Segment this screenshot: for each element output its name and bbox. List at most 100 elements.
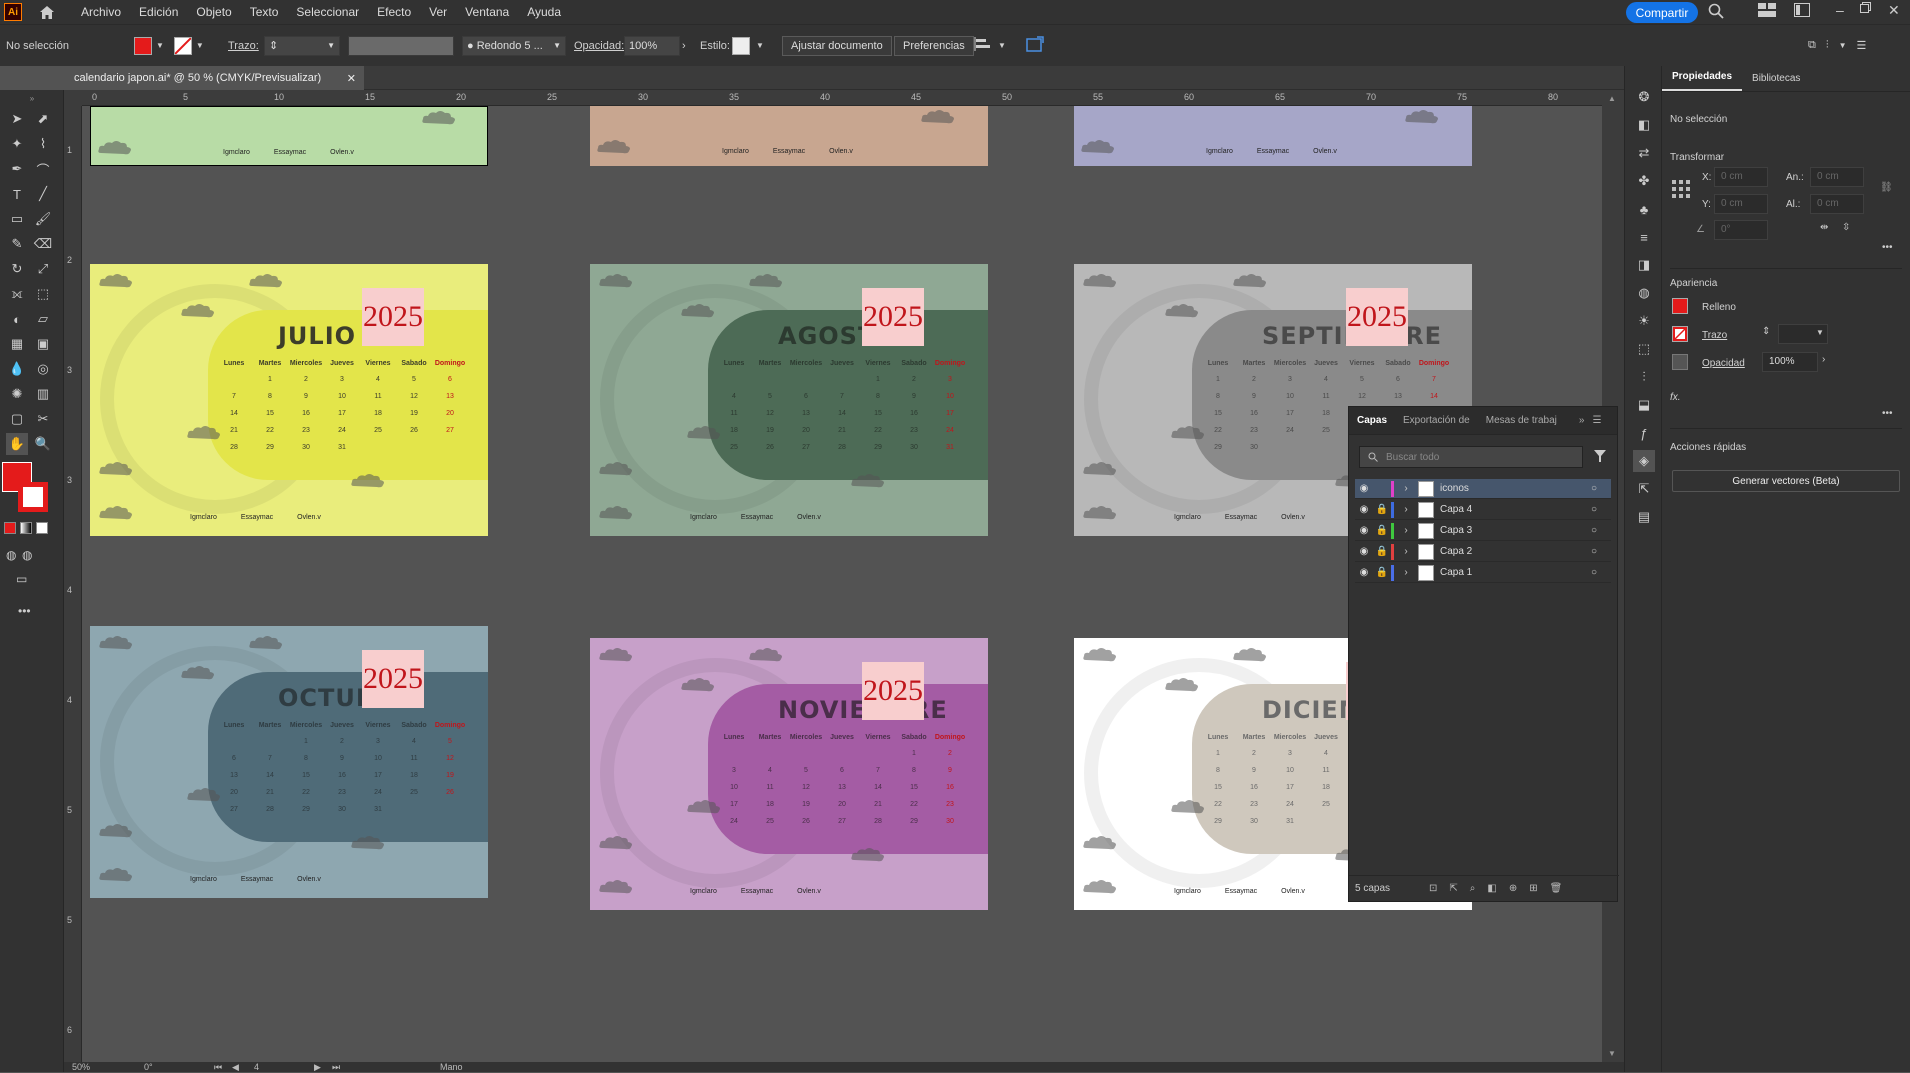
tab-libraries[interactable]: Bibliotecas [1742,73,1810,91]
chevron-right-icon[interactable]: › [1398,483,1414,494]
chevron-right-icon[interactable]: › [1398,525,1414,536]
target-icon[interactable]: ○ [1591,483,1611,494]
arrange-documents-icon[interactable] [1758,3,1776,17]
close-icon[interactable]: ✕ [1888,2,1900,19]
type-tool-icon[interactable]: T [6,183,28,205]
paintbrush-tool-icon[interactable]: 🖌 [32,208,54,230]
shaper-tool-icon[interactable]: ✎ [6,233,28,255]
target-icon[interactable]: ○ [1591,504,1611,515]
export-panel-icon[interactable]: ⇱ [1633,478,1655,500]
chevron-right-icon[interactable]: › [1398,567,1414,578]
eyedropper-tool-icon[interactable]: 💧 [6,358,28,380]
layer-row[interactable]: ◉ 🔒 › Capa 2 ○ [1355,542,1611,562]
edit-toolbar-icon[interactable]: ▭ [16,572,27,586]
menu-ventana[interactable]: Ventana [456,5,518,19]
screen-mode-icon[interactable]: ◍ [22,548,32,562]
artboards-panel-icon[interactable]: ▤ [1633,506,1655,528]
pathfinder-panel-icon[interactable]: ⬓ [1633,394,1655,416]
mesh-tool-icon[interactable]: ▦ [6,333,28,355]
magic-wand-tool-icon[interactable]: ✦ [6,133,28,155]
align-panel-icon[interactable]: ⫶ [1633,366,1655,388]
column-graph-tool-icon[interactable]: ▥ [32,383,54,405]
new-sublayer-icon[interactable]: ⊕ [1509,883,1517,894]
menu-edicion[interactable]: Edición [130,5,187,19]
symbols-panel-icon[interactable]: ✤ [1633,170,1655,192]
opacity-field[interactable]: 100% [624,35,680,56]
stroke-swatch[interactable] [173,36,192,55]
menu-seleccionar[interactable]: Seleccionar [287,5,368,19]
layer-name[interactable]: Capa 1 [1440,567,1591,578]
artboard-tool-icon[interactable]: ▢ [6,408,28,430]
home-icon[interactable] [36,2,58,22]
stroke-panel-icon[interactable]: ◨ [1633,254,1655,276]
layer-name[interactable]: Capa 4 [1440,504,1591,515]
x-field[interactable]: 0 cm [1714,167,1768,187]
collect-export-icon[interactable]: ⊡ [1429,883,1437,894]
chevron-right-icon[interactable]: › [1822,354,1825,365]
next-artboard-icon[interactable]: ▶ [314,1062,321,1073]
shape-builder-tool-icon[interactable]: ◐ [6,308,28,330]
align-icon[interactable] [974,37,992,54]
restore-icon[interactable] [1860,2,1871,13]
appearance-panel-icon[interactable]: ☀ [1633,310,1655,332]
last-artboard-icon[interactable]: ⏭ [332,1062,340,1073]
line-tool-icon[interactable]: ╱ [32,183,54,205]
rotation-field[interactable]: 0° [144,1062,153,1072]
locate-object-icon[interactable]: ⌕ [1470,883,1476,894]
lock-icon[interactable]: 🔒 [1373,525,1391,536]
artboard[interactable]: Igmclaro Essaymac Ovlen.v [590,106,988,166]
generate-vectors-button[interactable]: Generar vectores (Beta) [1672,470,1900,492]
scale-tool-icon[interactable]: ⤢ [32,258,54,280]
selection-tool-icon[interactable]: ➤ [6,108,28,130]
prev-artboard-icon[interactable]: ◀ [232,1062,239,1073]
menu-objeto[interactable]: Objeto [187,5,240,19]
slice-tool-icon[interactable]: ✂ [32,408,54,430]
fx-icon[interactable]: fx. [1670,392,1681,403]
distribute-icon[interactable]: ⫶ [1826,39,1829,52]
chevron-down-icon[interactable]: ▼ [156,41,164,50]
reference-point-icon[interactable] [1672,180,1690,201]
lock-icon[interactable]: 🔒 [1373,504,1391,515]
chevron-down-icon[interactable]: ▼ [998,41,1006,50]
lasso-tool-icon[interactable]: ⌇ [32,133,54,155]
properties-panel-icon[interactable]: ◧ [1633,114,1655,136]
graphic-styles-panel-icon[interactable]: ⬚ [1633,338,1655,360]
none-mode-icon[interactable] [36,522,48,534]
stroke-weight-dropdown[interactable]: ⇕ ▼ [264,35,340,56]
stroke-swatch[interactable] [1671,325,1689,343]
vertical-ruler[interactable]: 1 2 3 3 4 4 5 5 6 [64,106,82,1064]
more-options-icon[interactable]: ••• [1882,242,1893,253]
fit-document-button[interactable]: Ajustar documento [782,35,892,56]
layers-search[interactable]: Buscar todo [1359,446,1583,468]
arrange-icon[interactable]: ⧉ [1808,39,1816,52]
target-icon[interactable]: ○ [1591,546,1611,557]
stepper-icon[interactable]: ⇕ [1762,326,1770,337]
layers-panel-icon[interactable]: ◈ [1633,450,1655,472]
zoom-tool-icon[interactable]: 🔍 [32,433,54,455]
visibility-icon[interactable]: ◉ [1355,483,1373,494]
opacity-label[interactable]: Opacidad [1702,358,1745,369]
chevron-right-icon[interactable]: › [1398,504,1414,515]
free-transform-tool-icon[interactable]: ⬚ [32,283,54,305]
chevron-right-icon[interactable]: › [1398,546,1414,557]
chevron-right-icon[interactable]: › [682,40,686,52]
symbol-sprayer-tool-icon[interactable]: ✺ [6,383,28,405]
menu-archivo[interactable]: Archivo [72,5,130,19]
zoom-field[interactable]: 50% [72,1062,90,1072]
artboard-number[interactable]: 4 [254,1062,259,1072]
share-button[interactable]: Compartir [1626,2,1698,23]
artboard-julio[interactable]: JULIO 2025 Lunes Martes Miercoles Jueves Viern… [90,264,488,536]
expand-icon[interactable]: » [1579,415,1585,426]
visibility-icon[interactable]: ◉ [1355,525,1373,536]
chevron-down-icon[interactable]: ▼ [1839,41,1847,50]
stroke-label[interactable]: Trazo [1702,330,1727,341]
target-icon[interactable]: ○ [1591,525,1611,536]
artboard-agosto[interactable]: AGOSTO 2025 Lunes Martes Miercoles Jueves Vier… [590,264,988,536]
gradient-mode-icon[interactable] [20,522,32,534]
layer-row[interactable]: ◉ › iconos ○ [1355,479,1611,499]
angle-field[interactable]: 0° [1714,220,1768,240]
blend-tool-icon[interactable]: ◎ [32,358,54,380]
opacity-label[interactable]: Opacidad: [574,40,624,52]
visibility-icon[interactable]: ◉ [1355,504,1373,515]
artboard[interactable]: Igmclaro Essaymac Ovlen.v [90,106,488,166]
